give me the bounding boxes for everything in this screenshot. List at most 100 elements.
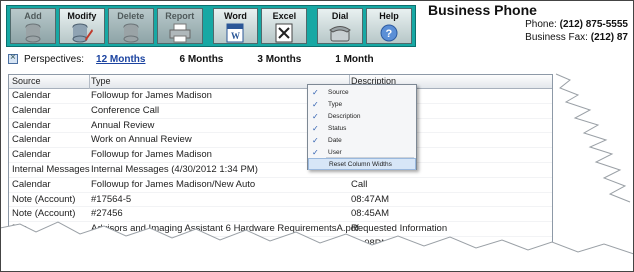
cell-type: Followup for James Madison/New Auto	[91, 178, 256, 190]
cell-description: Call	[351, 178, 368, 190]
help-button[interactable]: Help ?	[366, 8, 412, 44]
delete-button[interactable]: Delete	[107, 8, 154, 44]
cell-source: Calendar	[12, 178, 51, 190]
phone-row: Phone: (212) 875-5555	[525, 19, 628, 30]
table-row[interactable]: Calendar Conference Call	[9, 104, 552, 119]
table-row[interactable]: Calendar Followup for James Madison	[9, 89, 552, 104]
cell-type: #27456	[91, 208, 123, 220]
database-edit-icon	[71, 23, 93, 43]
cell-source: File	[12, 252, 28, 264]
table-row[interactable]: Calendar Followup for James Madison/New A…	[9, 178, 552, 193]
column-header-source[interactable]: Source	[12, 76, 41, 86]
phone-panel: Business Phone Phone: (212) 875-5555 Bus…	[418, 0, 634, 48]
cell-description: 08:47AM	[351, 193, 390, 205]
menu-item-reset-column-widths[interactable]: Reset Column Widths	[308, 158, 416, 170]
perspective-6-months[interactable]: 6 Months	[179, 54, 223, 65]
menu-item-type[interactable]: ✓ Type	[308, 99, 416, 111]
add-button-label: Add	[24, 11, 42, 21]
cell-source: Note (Account)	[12, 193, 76, 205]
cell-source: Calendar	[12, 134, 51, 146]
table-row[interactable]: Calendar Annual Review	[9, 119, 552, 134]
menu-item-source[interactable]: ✓ Source	[308, 87, 416, 99]
excel-button-label: Excel	[272, 11, 297, 21]
column-header-type[interactable]: Type	[91, 76, 111, 86]
grid-rows: Calendar Followup for James Madison Calend…	[9, 89, 552, 267]
perspective-3-months[interactable]: 3 Months	[257, 54, 301, 65]
report-button-label: Report	[165, 11, 195, 21]
phone-label: Phone:	[525, 19, 557, 30]
cell-source: Calendar	[12, 149, 51, 161]
database-add-icon	[22, 23, 44, 43]
checkmark-icon: ✓	[312, 100, 319, 109]
perspectives-bar: Perspectives: 12 Months 6 Months 3 Month…	[8, 52, 408, 66]
perspectives-label: Perspectives:	[24, 53, 85, 65]
word-doc-icon: W	[224, 23, 246, 43]
help-button-label: Help	[379, 11, 399, 21]
modify-button[interactable]: Modify	[58, 8, 105, 44]
cell-source: Internal Messages	[12, 163, 90, 175]
cell-description: 10:08PM	[351, 237, 390, 249]
cell-source: Note	[12, 237, 33, 249]
fax-value[interactable]: (212) 87	[591, 32, 628, 43]
dial-button-label: Dial	[331, 11, 349, 21]
svg-text:?: ?	[386, 28, 393, 40]
table-row[interactable]: Calendar Followup for James Madison	[9, 148, 552, 163]
dial-button[interactable]: Dial	[317, 8, 364, 44]
word-button[interactable]: Word W	[212, 8, 259, 44]
perspective-12-months[interactable]: 12 Months	[96, 54, 145, 65]
table-row[interactable]: Note (Account) #17564-5 08:47AM	[9, 193, 552, 208]
cell-source: Calendar	[12, 90, 51, 101]
excel-button[interactable]: Excel	[261, 8, 308, 44]
cell-description: Fact Finder	[351, 252, 400, 264]
cell-type: Advisors and Imaging Assistant 6 Hardwar…	[91, 223, 359, 235]
cell-type: Internal Messages (4/30/2012 1:34 PM)	[91, 163, 258, 175]
table-row[interactable]: Calendar Work on Annual Review	[9, 133, 552, 149]
menu-item-description[interactable]: ✓ Description	[308, 111, 416, 123]
excel-sheet-icon	[273, 23, 295, 43]
table-row[interactable]: Note (Account) #27456 08:45AM	[9, 207, 552, 223]
report-button[interactable]: Report	[156, 8, 203, 44]
printer-icon	[169, 23, 191, 43]
phone-panel-title: Business Phone	[428, 2, 537, 18]
toolbar: Add Modify Delete Report Word W Excel Di…	[6, 5, 416, 47]
history-grid: Source Type Description Calendar Followup…	[8, 74, 553, 272]
word-button-label: Word	[224, 11, 247, 21]
column-context-menu: ✓ Source ✓ Type ✓ Description ✓ Status ✓ Date…	[307, 84, 417, 170]
database-delete-icon	[120, 23, 142, 43]
menu-item-status[interactable]: ✓ Status	[308, 123, 416, 135]
checkmark-icon: ✓	[312, 88, 319, 97]
modify-button-label: Modify	[67, 11, 97, 21]
help-icon: ?	[378, 23, 400, 43]
table-row[interactable]: File Fact Finder	[9, 252, 552, 267]
perspective-1-month[interactable]: 1 Month	[335, 54, 373, 65]
svg-text:W: W	[231, 31, 240, 41]
cell-type: Conference Call	[91, 104, 160, 116]
checkmark-icon: ✓	[312, 112, 319, 121]
menu-item-date[interactable]: ✓ Date	[308, 135, 416, 147]
table-row[interactable]: Note 10:08PM	[9, 237, 552, 252]
telephone-icon	[329, 23, 351, 43]
delete-button-label: Delete	[117, 11, 145, 21]
checkmark-icon: ✓	[312, 124, 319, 133]
collapse-icon[interactable]	[8, 52, 18, 64]
checkmark-icon: ✓	[312, 148, 319, 157]
app-window: Add Modify Delete Report Word W Excel Di…	[0, 0, 634, 272]
cell-source: Note (Account)	[12, 208, 76, 220]
cell-description: Requested Information	[351, 223, 448, 235]
fax-row: Business Fax: (212) 87	[525, 32, 628, 43]
table-row[interactable]: File Advisors and Imaging Assistant 6 Har…	[9, 222, 552, 237]
grid-header: Source Type Description	[9, 75, 552, 89]
cell-source: Calendar	[12, 104, 51, 116]
add-button[interactable]: Add	[10, 8, 56, 44]
table-row[interactable]: Internal Messages Internal Messages (4/30…	[9, 163, 552, 178]
fax-label: Business Fax:	[525, 32, 588, 43]
cell-source: File	[12, 223, 28, 235]
cell-type: Work on Annual Review	[91, 134, 192, 146]
phone-value[interactable]: (212) 875-5555	[560, 19, 628, 30]
cell-type: Followup for James Madison	[91, 90, 212, 101]
cell-description: 08:45AM	[351, 208, 390, 220]
cell-source: Calendar	[12, 119, 51, 131]
cell-type: #17564-5	[91, 193, 132, 205]
cell-type: Followup for James Madison	[91, 149, 212, 161]
checkmark-icon: ✓	[312, 136, 319, 145]
